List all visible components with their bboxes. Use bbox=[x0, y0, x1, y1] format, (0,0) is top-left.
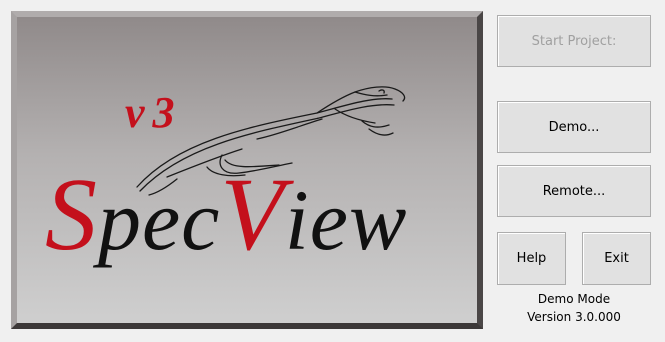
product-name-part2-initial: V bbox=[220, 157, 294, 272]
help-button[interactable]: Help bbox=[497, 232, 566, 285]
mode-label: Demo Mode bbox=[537, 292, 611, 306]
product-name-part2-rest: iew bbox=[285, 172, 407, 268]
product-name-part1: Spec bbox=[45, 157, 220, 272]
exit-button[interactable]: Exit bbox=[582, 232, 651, 285]
product-name: SpecView bbox=[45, 157, 407, 272]
splash-logo-panel: v3 SpecView bbox=[11, 11, 483, 329]
remote-button[interactable]: Remote... bbox=[497, 165, 651, 217]
product-name-part1-initial: S bbox=[45, 157, 98, 272]
product-name-part2: View bbox=[220, 157, 407, 272]
version-mark: v3 bbox=[125, 88, 183, 137]
version-label: Version 3.0.000 bbox=[527, 310, 621, 324]
product-name-part1-rest: pec bbox=[92, 172, 220, 268]
demo-button[interactable]: Demo... bbox=[497, 101, 651, 153]
start-project-button[interactable]: Start Project: bbox=[497, 15, 651, 67]
specview-logo: v3 SpecView bbox=[45, 86, 407, 272]
